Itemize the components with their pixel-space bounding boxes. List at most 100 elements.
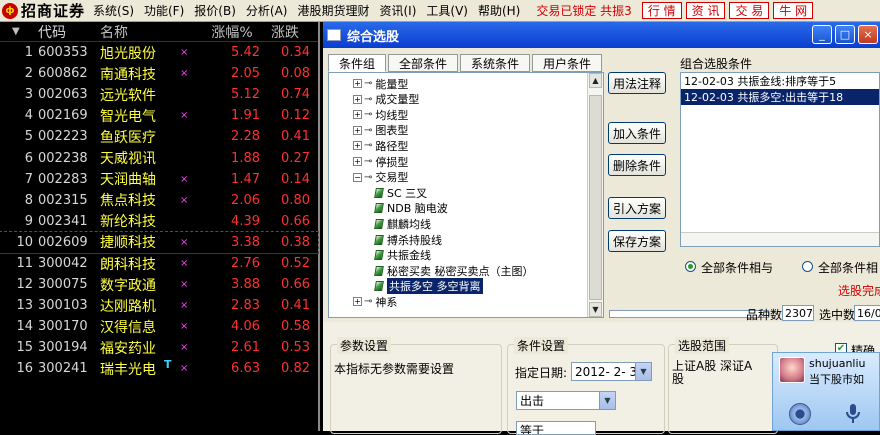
tree-label: NDB 脑电波 xyxy=(387,202,448,216)
condition-tree[interactable]: ▲ ▼ + ⊸ 能量型 + ⊸ 成交量型 + ⊸ 均线型 + ⊸ 图表型 + ⊸ 路径型 + ⊸ 停损型 − ⊸ 交易型… xyxy=(328,72,604,318)
stock-row[interactable]: 13 300103 达刚路机 × 2.83 0.41 xyxy=(0,295,318,316)
import-plan-button[interactable]: 引入方案 xyxy=(608,197,666,219)
menu-analysis[interactable]: 分析(A) xyxy=(246,2,288,19)
sort-arrow-icon[interactable]: ▼ xyxy=(0,26,38,37)
tree-group[interactable]: + ⊸ 图表型 xyxy=(353,123,408,138)
tab-user-conditions[interactable]: 用户条件 xyxy=(532,54,603,72)
tree-group[interactable]: + ⊸ 神系 xyxy=(353,294,397,309)
dialog-titlebar[interactable]: 综合选股 xyxy=(323,22,880,48)
stock-row[interactable]: 10 002609 捷顺科技 × 3.38 0.38 xyxy=(0,230,319,254)
stock-row[interactable]: 2 600862 南通科技 × 2.05 0.08 xyxy=(0,63,318,84)
stock-row[interactable]: 1 600353 旭光股份 × 5.42 0.34 xyxy=(0,42,318,63)
scroll-thumb[interactable] xyxy=(589,95,602,300)
expand-icon[interactable]: + xyxy=(353,297,362,307)
stock-code: 002169 xyxy=(38,108,88,124)
stock-row[interactable]: 7 002283 天润曲轴 × 1.47 0.14 xyxy=(0,169,318,190)
stock-row[interactable]: 12 300075 数字政通 × 3.88 0.66 xyxy=(0,274,318,295)
chevron-down-icon[interactable]: ▼ xyxy=(599,392,615,409)
header-change-pct[interactable]: 涨幅% xyxy=(204,22,260,42)
action-select[interactable]: 出击 ▼ xyxy=(516,391,616,410)
tree-leaf[interactable]: SC 三叉 xyxy=(374,185,427,200)
stock-row[interactable]: 5 002223 鱼跃医疗 2.28 0.41 xyxy=(0,126,318,147)
trade-button[interactable]: 交 易 xyxy=(729,2,770,19)
stock-row[interactable]: 4 002169 智光电气 × 1.91 0.12 xyxy=(0,105,318,126)
stock-row[interactable]: 15 300194 福安药业 × 2.61 0.53 xyxy=(0,337,318,358)
stock-row[interactable]: 14 300170 汉得信息 × 4.06 0.58 xyxy=(0,316,318,337)
menu-function[interactable]: 功能(F) xyxy=(144,2,184,19)
tree-group[interactable]: + ⊸ 能量型 xyxy=(353,76,408,91)
tree-leaf[interactable]: 共振金线 xyxy=(374,248,431,263)
list-hscrollbar[interactable] xyxy=(681,232,879,246)
expand-icon[interactable]: + xyxy=(353,141,362,151)
stock-row[interactable]: 6 002238 天威视讯 1.88 0.27 xyxy=(0,147,318,168)
add-condition-button[interactable]: 加入条件 xyxy=(608,122,666,144)
camera-icon[interactable] xyxy=(789,403,811,425)
expand-icon[interactable]: + xyxy=(353,157,362,166)
tree-group[interactable]: + ⊸ 均线型 xyxy=(353,107,408,122)
tree-group[interactable]: + ⊸ 成交量型 xyxy=(353,92,419,107)
tree-leaf[interactable]: 共振多空 多空背离 xyxy=(374,278,483,295)
tab-system-conditions[interactable]: 系统条件 xyxy=(460,54,531,72)
tab-condition-group[interactable]: 条件组 xyxy=(328,54,387,72)
tree-leaf[interactable]: 秘密买卖 秘密买卖点（主图） xyxy=(374,263,534,278)
stock-code: 002238 xyxy=(38,150,88,166)
date-picker[interactable]: 2012- 2- 3 ▼ xyxy=(571,362,652,381)
selected-count-value: 16/0 xyxy=(854,305,880,321)
qq-notification-popup[interactable]: shujuanliu 当下股市如 xyxy=(772,352,880,431)
tree-group[interactable]: + ⊸ 停损型 xyxy=(353,154,408,169)
operator-select[interactable]: 等于 xyxy=(516,421,596,435)
minimize-icon[interactable]: _ xyxy=(812,25,832,44)
tree-leaf[interactable]: 麒麟均线 xyxy=(374,216,431,231)
news-button[interactable]: 资 讯 xyxy=(685,2,726,19)
tree-label: 均线型 xyxy=(375,108,409,122)
header-change[interactable]: 涨跌 xyxy=(260,22,310,42)
logic-and-radio[interactable] xyxy=(685,261,696,272)
tab-all-conditions[interactable]: 全部条件 xyxy=(388,54,459,72)
niu-web-button[interactable]: 牛 网 xyxy=(773,2,814,19)
condition-item[interactable]: 12-02-03 共振多空:出击等于18 xyxy=(681,89,879,105)
combo-conditions-list[interactable]: 12-02-03 共振金线:排序等于5 12-02-03 共振多空:出击等于18 xyxy=(680,72,880,247)
logic-or-radio[interactable] xyxy=(802,261,813,272)
header-name[interactable]: 名称 xyxy=(100,22,180,42)
tree-label: 神系 xyxy=(375,295,398,309)
params-group: 参数设置 xyxy=(330,337,502,434)
menu-system[interactable]: 系统(S) xyxy=(93,2,134,19)
count-label: 品种数 xyxy=(746,308,783,322)
scroll-down-icon[interactable]: ▼ xyxy=(589,302,602,317)
delete-condition-button[interactable]: 删除条件 xyxy=(608,154,666,176)
stock-row[interactable]: 8 002315 焦点科技 × 2.06 0.80 xyxy=(0,190,318,211)
tree-leaf[interactable]: 搏杀持股线 xyxy=(374,232,442,247)
menu-quote[interactable]: 报价(B) xyxy=(194,2,236,19)
collapse-icon[interactable]: − xyxy=(353,172,362,182)
stock-list: ▼ 代码 名称 涨幅% 涨跌 1 600353 旭光股份 × 5.42 0.34 2 6008… xyxy=(0,22,320,431)
tree-group[interactable]: − ⊸ 交易型 xyxy=(353,170,408,185)
chevron-down-icon[interactable]: ▼ xyxy=(635,363,651,380)
scroll-up-icon[interactable]: ▲ xyxy=(589,73,602,88)
expand-icon[interactable]: + xyxy=(353,110,362,120)
maximize-icon[interactable]: □ xyxy=(835,25,855,44)
tree-group[interactable]: + ⊸ 路径型 xyxy=(353,138,408,153)
expand-icon[interactable]: + xyxy=(353,79,362,88)
help-button[interactable]: 用法注释 xyxy=(608,72,666,94)
stock-row[interactable]: 16 300241 瑞丰光电 T × 6.63 0.82 xyxy=(0,358,318,379)
expand-icon[interactable]: + xyxy=(353,94,362,104)
leaf-icon xyxy=(374,281,384,292)
quote-button[interactable]: 行 情 xyxy=(641,2,682,19)
expand-icon[interactable]: + xyxy=(353,125,362,135)
tree-scrollbar[interactable]: ▲ ▼ xyxy=(587,73,603,317)
change-value: 0.52 xyxy=(281,256,310,272)
avatar[interactable] xyxy=(779,357,805,383)
condition-item[interactable]: 12-02-03 共振金线:排序等于5 xyxy=(681,73,879,89)
microphone-icon[interactable] xyxy=(843,403,863,425)
close-icon[interactable]: × xyxy=(858,25,878,44)
menu-info[interactable]: 资讯(I) xyxy=(379,2,416,19)
tree-leaf[interactable]: NDB 脑电波 xyxy=(374,201,448,216)
stock-row[interactable]: 3 002063 远光软件 5.12 0.74 xyxy=(0,84,318,105)
menu-hk-futures[interactable]: 港股期货理财 xyxy=(297,2,369,19)
menu-tools[interactable]: 工具(V) xyxy=(426,2,468,19)
menu-help[interactable]: 帮助(H) xyxy=(478,2,520,19)
stock-row[interactable]: 11 300042 朗科科技 × 2.76 0.52 xyxy=(0,252,318,274)
save-plan-button[interactable]: 保存方案 xyxy=(608,230,666,252)
header-code[interactable]: 代码 xyxy=(38,22,100,42)
stock-row[interactable]: 9 002341 新纶科技 4.39 0.66 xyxy=(0,211,318,232)
